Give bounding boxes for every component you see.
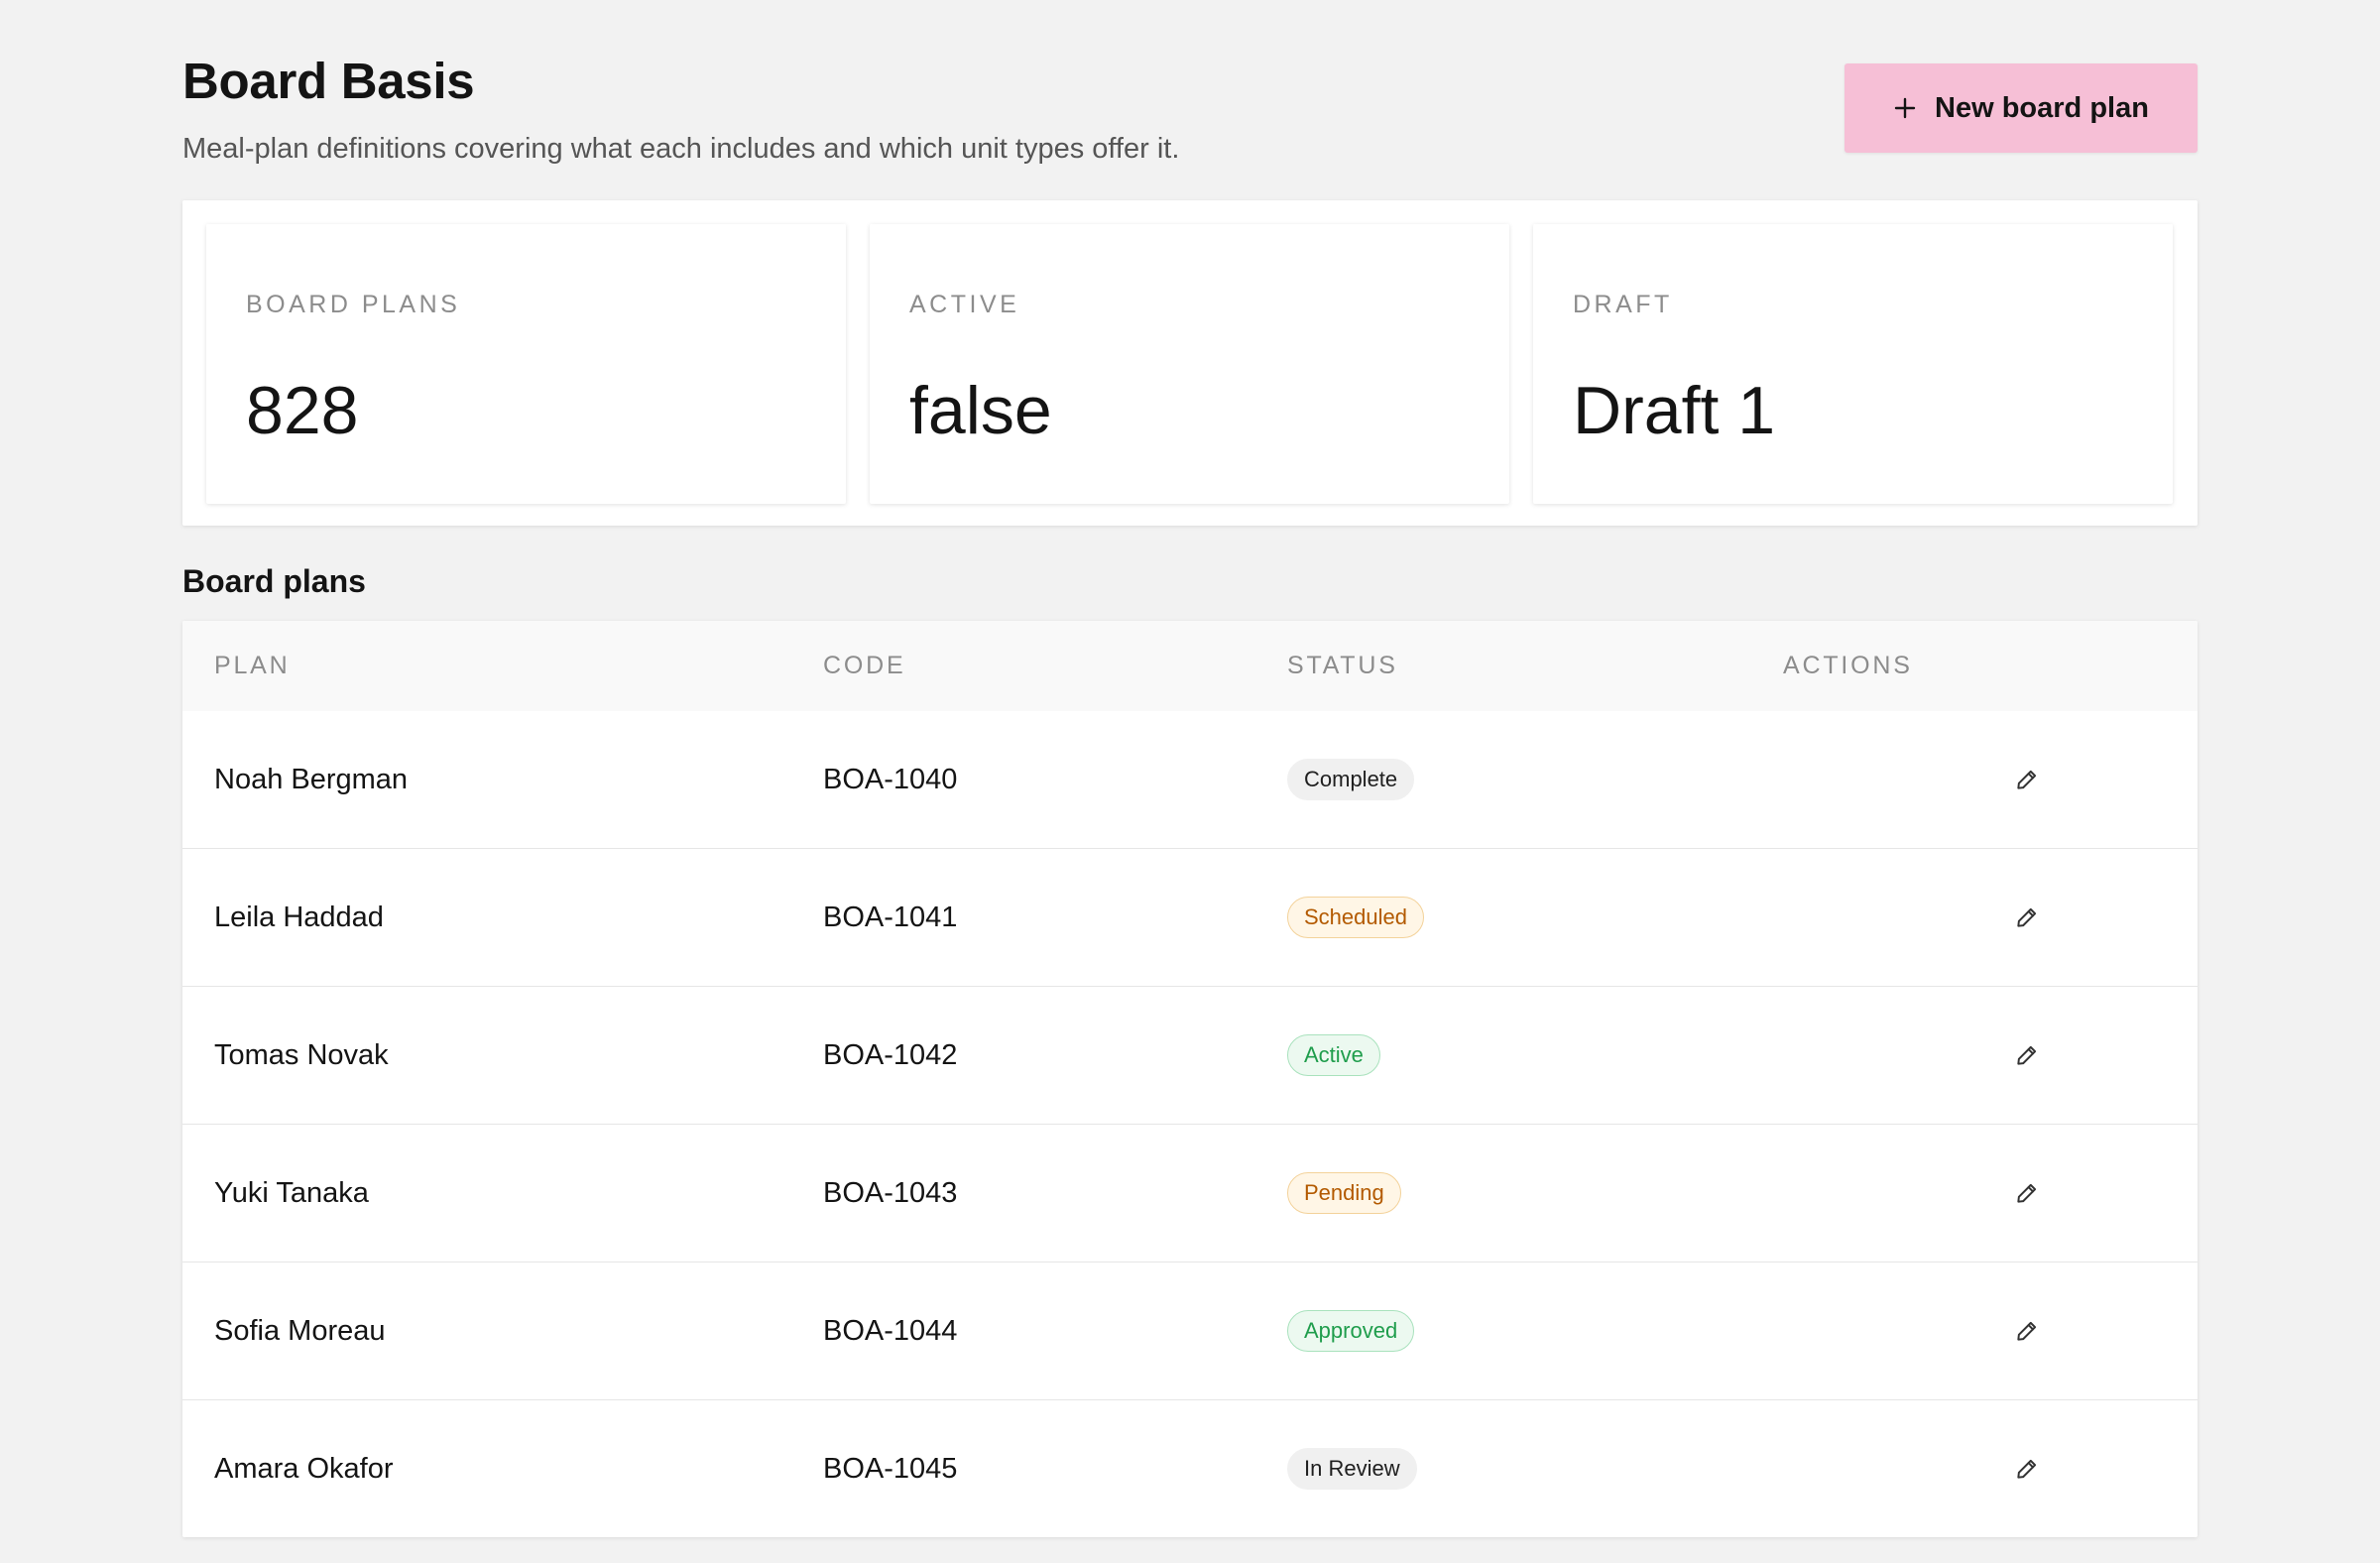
stat-card-board-plans: BOARD PLANS 828 [206, 224, 846, 504]
status-cell: Scheduled [1287, 849, 1424, 986]
column-header-status: STATUS [1287, 652, 1398, 679]
status-badge: Complete [1287, 759, 1415, 800]
status-badge: Active [1287, 1034, 1380, 1076]
status-cell: Active [1287, 987, 1380, 1124]
stat-value: 828 [246, 373, 359, 448]
status-cell: In Review [1287, 1400, 1417, 1537]
table-row: Leila Haddad BOA-1041 Scheduled [182, 848, 2198, 986]
plan-code-cell: BOA-1043 [823, 1176, 958, 1209]
plan-code-cell: BOA-1041 [823, 901, 958, 933]
new-board-plan-label: New board plan [1935, 91, 2149, 124]
plan-code-cell: BOA-1040 [823, 763, 958, 795]
table-row: Amara Okafor BOA-1045 In Review [182, 1399, 2198, 1537]
plan-name-cell: Amara Okafor [214, 1452, 394, 1485]
stat-card-draft: DRAFT Draft 1 [1533, 224, 2173, 504]
stat-value: Draft 1 [1573, 373, 1776, 448]
edit-plan-button[interactable] [2005, 1447, 2049, 1491]
section-title: Board plans [182, 563, 366, 599]
column-header-plan: PLAN [214, 652, 291, 679]
page-title: Board Basis [182, 53, 475, 109]
edit-plan-button[interactable] [2005, 758, 2049, 801]
board-plans-table: PLAN CODE STATUS ACTIONS Noah Bergman BOA… [182, 621, 2198, 1537]
plan-code-cell: BOA-1044 [823, 1314, 958, 1347]
plan-name-cell: Noah Bergman [214, 763, 409, 795]
pencil-icon [2014, 1180, 2040, 1206]
edit-plan-button[interactable] [2005, 1033, 2049, 1077]
status-badge: Pending [1287, 1172, 1401, 1214]
plan-name-cell: Sofia Moreau [214, 1314, 386, 1347]
plan-name-cell: Tomas Novak [214, 1038, 389, 1071]
pencil-icon [2014, 1042, 2040, 1068]
status-cell: Pending [1287, 1125, 1401, 1262]
stat-label: ACTIVE [909, 291, 1020, 318]
edit-plan-button[interactable] [2005, 1309, 2049, 1353]
plan-name-cell: Leila Haddad [214, 901, 384, 933]
status-badge: Scheduled [1287, 897, 1424, 938]
table-header: PLAN CODE STATUS ACTIONS [182, 621, 2198, 711]
pencil-icon [2014, 1456, 2040, 1482]
edit-plan-button[interactable] [2005, 1171, 2049, 1215]
pencil-icon [2014, 904, 2040, 930]
plan-code-cell: BOA-1045 [823, 1452, 958, 1485]
page-subtitle: Meal-plan definitions covering what each… [182, 133, 1180, 165]
status-cell: Approved [1287, 1262, 1415, 1399]
stat-label: DRAFT [1573, 291, 1673, 318]
status-badge: In Review [1287, 1448, 1417, 1490]
status-cell: Complete [1287, 711, 1415, 848]
plan-name-cell: Yuki Tanaka [214, 1176, 369, 1209]
pencil-icon [2014, 767, 2040, 792]
plan-code-cell: BOA-1042 [823, 1038, 958, 1071]
plus-icon [1893, 96, 1917, 120]
table-row: Sofia Moreau BOA-1044 Approved [182, 1262, 2198, 1399]
pencil-icon [2014, 1318, 2040, 1344]
page-header: Board Basis Meal-plan definitions coveri… [182, 0, 2198, 198]
new-board-plan-button[interactable]: New board plan [1844, 63, 2198, 153]
table-row: Yuki Tanaka BOA-1043 Pending [182, 1124, 2198, 1262]
board-basis-page: Board Basis Meal-plan definitions coveri… [182, 0, 2198, 1537]
stat-label: BOARD PLANS [246, 291, 461, 318]
stats-panel: BOARD PLANS 828 ACTIVE false DRAFT Draft… [182, 200, 2198, 526]
table-body: Noah Bergman BOA-1040 Complete Leila Haddad… [182, 711, 2198, 1537]
status-badge: Approved [1287, 1310, 1415, 1352]
edit-plan-button[interactable] [2005, 896, 2049, 939]
stat-value: false [909, 373, 1052, 448]
column-header-actions: ACTIONS [1783, 652, 1913, 679]
column-header-code: CODE [823, 652, 906, 679]
table-row: Noah Bergman BOA-1040 Complete [182, 711, 2198, 848]
table-row: Tomas Novak BOA-1042 Active [182, 986, 2198, 1124]
stat-card-active: ACTIVE false [870, 224, 1509, 504]
